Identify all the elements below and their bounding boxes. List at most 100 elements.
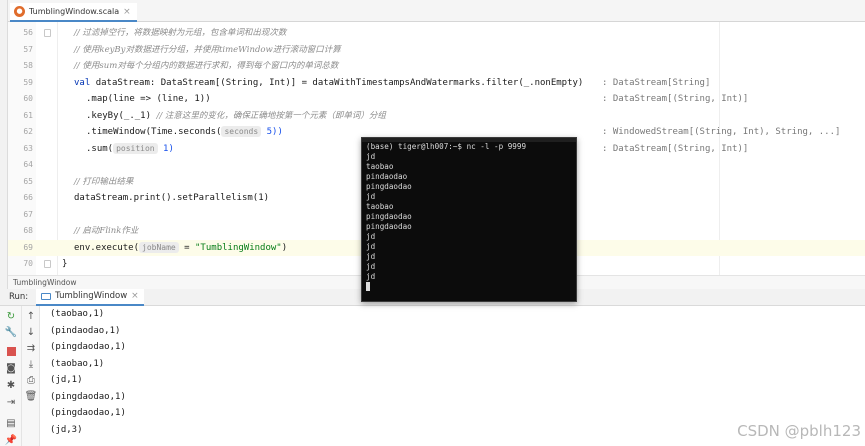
console-line: (taobao,1) [50,309,105,319]
editor-tab-label: TumblingWindow.scala [29,7,120,16]
code-line: 60 .map(line => (line, 1)) : DataStream[… [8,91,865,108]
editor-tab[interactable]: ● TumblingWindow.scala × [10,3,137,22]
line-number: 64 [23,160,33,169]
line-number: 58 [23,61,33,70]
code-text: // 使用sum对每个分组内的数据进行求和，得到每个窗口内的单词总数 [74,58,338,75]
code-segment: ) [281,242,288,253]
line-number: 62 [23,127,33,136]
code-segment: 1) [163,143,174,154]
type-hint: : DataStream[(String, Int)] [602,143,749,154]
fold-marker-icon[interactable] [44,260,51,268]
code-segment: env.execute( [74,242,140,253]
type-hint: : DataStream[(String, Int)] [602,94,749,104]
run-config-icon [41,292,52,300]
code-text: .timeWindow(Time.seconds(seconds 5)) [86,124,283,141]
console-line: (pingdaodao,1) [50,342,126,352]
code-segment: .timeWindow(Time.seconds( [86,127,222,137]
code-line: 59 val dataStream: DataStream[(String, I… [8,75,865,92]
code-line: 57 // 使用keyBy对数据进行分组，并使用timeWindow进行滚动窗口… [8,42,865,59]
code-text: env.execute(jobName = "TumblingWindow") [74,241,288,253]
line-number: 69 [23,242,33,252]
code-segment: dataStream: DataStream[(String, Int)] = … [95,77,584,88]
rerun-icon[interactable]: ↻ [4,309,18,323]
line-number: 61 [23,110,33,120]
type-hint: : DataStream[String] [602,77,711,88]
code-keyword: val [74,77,96,88]
line-number: 57 [23,44,33,54]
code-segment: .sum( [86,143,114,154]
terminal-line: pingdaodao [366,212,412,221]
console-line: (jd,3) [50,424,83,435]
arrow-down-icon[interactable]: ↓ [24,325,38,339]
run-tab-label: TumblingWindow [55,291,128,301]
terminal-prompt: (base) tiger@lh007:~$ nc -l -p 9999 [366,142,527,151]
code-string: "TumblingWindow" [195,242,282,253]
console-line: (jd,1) [50,375,83,385]
terminal-line: taobao [366,162,394,171]
soft-wrap-icon[interactable]: ⇉ [24,341,38,355]
run-toolbar-primary: ↻ 🔧 ◙ ✱ ⇥ ▤ 📌 [0,306,22,446]
terminal-line: jd [366,192,376,201]
print-icon[interactable]: ⎙ [24,373,38,387]
line-number: 70 [23,259,33,268]
terminal-line: jd [366,232,376,241]
code-text: // 启动Flink作业 [74,223,138,240]
run-tab[interactable]: TumblingWindow × [36,288,144,306]
line-number: 59 [23,77,33,87]
code-line: 56 // 过滤掉空行，将数据映射为元组，包含单词和出现次数 [8,25,865,42]
line-number: 60 [23,94,33,103]
run-panel-title: Run: [9,292,29,302]
exit-icon[interactable]: ⇥ [4,395,18,409]
code-text: .sum(position 1) [86,141,174,158]
parameter-hint: position [113,142,158,154]
scroll-to-end-icon[interactable]: ⤓ [24,357,38,371]
close-icon[interactable]: × [131,291,139,301]
code-comment: // 使用sum对每个分组内的数据进行求和，得到每个窗口内的单词总数 [74,61,339,71]
code-text: } [62,259,68,269]
terminal-line: pingdaodao [366,222,412,231]
trash-icon[interactable]: 🗑 [24,389,38,403]
type-hint: : WindowedStream[(String, Int), String, … [602,127,841,137]
terminal-line: jd [366,272,376,281]
wrench-icon[interactable]: 🔧 [4,325,18,339]
terminal-line: jd [366,252,376,261]
code-text: val dataStream: DataStream[(String, Int)… [74,75,583,92]
code-text: // 过滤掉空行，将数据映射为元组，包含单词和出现次数 [74,25,286,42]
code-comment: // 注意这里的变化，确保正确地按第一个元素（即单词）分组 [156,110,386,121]
code-segment: 5)) [266,127,283,137]
fold-marker-icon[interactable] [44,29,51,37]
line-number: 63 [23,143,33,153]
camera-icon[interactable]: ◙ [4,361,18,375]
stop-icon[interactable] [4,344,18,358]
line-number: 65 [23,176,33,186]
console-line: (pindaodao,1) [50,325,121,336]
line-number: 56 [23,28,33,37]
console-line: (pingdaodao,1) [50,391,126,402]
console-line: (pingdaodao,1) [50,408,126,418]
code-comment: // 过滤掉空行，将数据映射为元组，包含单词和出现次数 [74,28,287,38]
terminal-line: taobao [366,202,394,211]
terminal-window[interactable]: (base) tiger@lh007:~$ nc -l -p 9999 jd t… [361,137,577,302]
pin-icon[interactable]: 📌 [4,433,18,446]
run-toolbar-secondary: ↑ ↓ ⇉ ⤓ ⎙ 🗑 [22,306,40,446]
code-text: .keyBy(_._1) // 注意这里的变化，确保正确地按第一个元素（即单词）… [86,108,386,125]
code-line: 58 // 使用sum对每个分组内的数据进行求和，得到每个窗口内的单词总数 [8,58,865,75]
editor-tab-bar: ● TumblingWindow.scala × [8,0,865,22]
code-text: dataStream.print().setParallelism(1) [74,193,270,203]
code-segment: .keyBy(_._1) [86,110,157,121]
layout-icon[interactable]: ▤ [4,416,18,430]
terminal-line: jd [366,152,376,161]
line-number: 68 [23,226,33,235]
code-line: 61 .keyBy(_._1) // 注意这里的变化，确保正确地按第一个元素（即… [8,108,865,125]
parameter-hint: seconds [221,126,262,137]
terminal-line: pindaodao [366,172,408,181]
bug-icon[interactable]: ✱ [4,378,18,392]
line-number: 67 [23,209,33,219]
watermark: CSDN @pblh123 [737,422,861,440]
terminal-cursor [366,282,370,291]
arrow-up-icon[interactable]: ↑ [24,309,38,323]
terminal-line: jd [366,242,376,251]
code-comment: // 启动Flink作业 [74,226,139,236]
terminal-line: jd [366,262,376,271]
close-icon[interactable]: × [123,7,131,17]
